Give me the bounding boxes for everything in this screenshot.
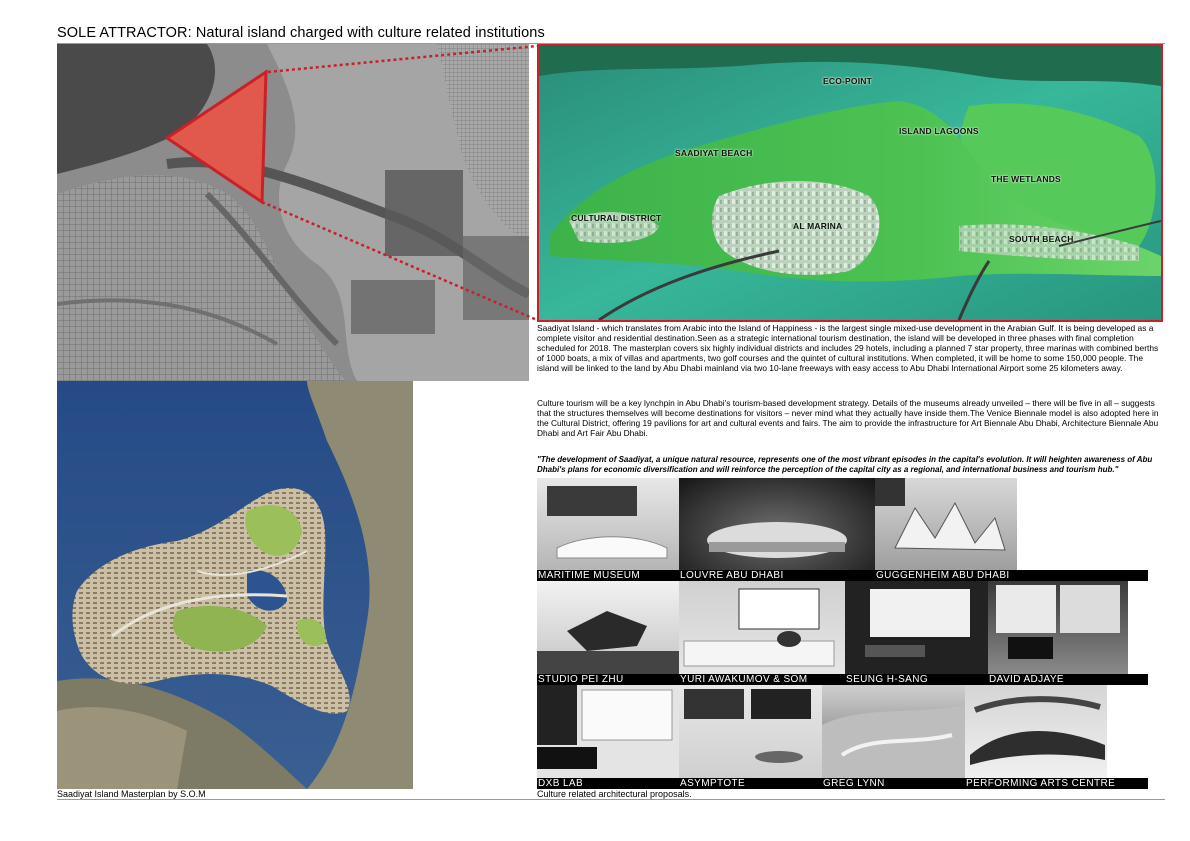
label-seung-h-sang: SEUNG H-SANG: [845, 674, 988, 685]
thumb-asymptote: [679, 685, 822, 778]
label-yuri-awakumov-som: YURI AWAKUMOV & SOM: [679, 674, 845, 685]
culture-paragraph: Culture tourism will be a key lynchpin i…: [537, 398, 1159, 439]
label-greg-lynn: GREG LYNN: [822, 778, 965, 789]
label-guggenheim-abu-dhabi: GUGGENHEIM ABU DHABI: [875, 570, 1148, 581]
thumb-performing-arts-centre: [965, 685, 1107, 778]
label-performing-arts-centre: PERFORMING ARTS CENTRE: [965, 778, 1148, 789]
thumb-david-adjaye: [988, 581, 1128, 674]
thumb-guggenheim-abu-dhabi: [875, 478, 1017, 570]
label-cultural-district: CULTURAL DISTRICT: [571, 213, 662, 223]
thumb-dxb-lab: [537, 685, 679, 778]
label-island-lagoons: ISLAND LAGOONS: [899, 126, 979, 136]
intro-paragraph: Saadiyat Island - which translates from …: [537, 323, 1159, 374]
caption-masterplan: Saadiyat Island Masterplan by S.O.M: [57, 789, 206, 799]
label-maritime-museum: MARITIME MUSEUM: [537, 570, 679, 581]
label-eco-point: ECO-POINT: [823, 76, 873, 86]
label-studio-pei-zhu: STUDIO PEI ZHU: [537, 674, 679, 685]
label-david-adjaye: DAVID ADJAYE: [988, 674, 1148, 685]
label-dxb-lab: DXB LAB: [537, 778, 679, 789]
label-asymptote: ASYMPTOTE: [679, 778, 822, 789]
thumb-louvre-abu-dhabi: [679, 478, 875, 570]
quote-text: "The development of Saadiyat, a unique n…: [537, 455, 1153, 474]
aerial-rendering: ECO-POINT ISLAND LAGOONS SAADIYAT BEACH …: [537, 44, 1163, 322]
bottom-rule: [57, 799, 1165, 800]
label-the-wetlands: THE WETLANDS: [991, 174, 1061, 184]
thumb-studio-pei-zhu: [537, 581, 679, 674]
thumb-maritime-museum: [537, 478, 679, 570]
thumb-yuri-awakumov-som: [679, 581, 845, 674]
label-saadiyat-beach: SAADIYAT BEACH: [675, 148, 753, 158]
label-louvre-abu-dhabi: LOUVRE ABU DHABI: [679, 570, 875, 581]
masterplan-image: [57, 381, 413, 789]
caption-proposals: Culture related architectural proposals.: [537, 789, 692, 799]
thumb-greg-lynn: [822, 685, 965, 778]
label-al-marina: AL MARINA: [793, 221, 843, 231]
thumb-seung-h-sang: [845, 581, 988, 674]
label-south-beach: SOUTH BEACH: [1009, 234, 1074, 244]
